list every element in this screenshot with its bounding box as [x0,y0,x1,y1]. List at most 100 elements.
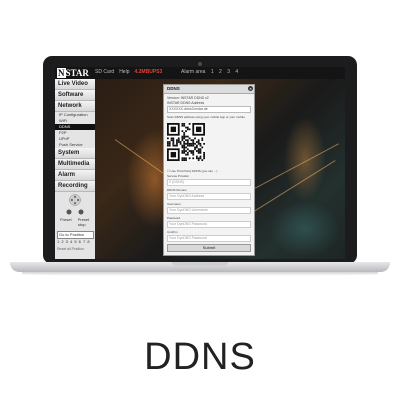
ptz-direction-pad[interactable] [67,193,83,207]
qr-module [181,135,184,138]
qr-module [203,142,205,145]
qr-module [192,144,195,147]
qr-module [183,124,186,127]
qr-module [199,157,202,160]
qr-module [181,159,184,161]
qr-module [185,130,187,133]
reset-all-positions[interactable]: Reset all Position [57,247,93,251]
preset-label-left[interactable]: Preset [60,217,72,222]
qr-module [170,151,177,158]
goto-position-select[interactable]: Go to Position [57,231,94,239]
qr-module [181,124,184,127]
sidebar-item-software[interactable]: Software [55,90,95,101]
alarm-area-2[interactable]: 2 [219,69,222,75]
qr-module [183,142,186,145]
qr-module [195,146,198,149]
qr-module [197,150,200,152]
sidebar-item-multimedia[interactable]: Multimedia [55,159,95,170]
qr-module [203,157,205,160]
username-field[interactable]: Your DynDNS Username [167,207,251,214]
qr-module [195,141,198,143]
close-icon[interactable]: × [248,86,253,91]
ddns-address-field[interactable]: XXXXXX.ddns3.instar.de [167,106,251,113]
qr-module [185,150,187,152]
qr-module [186,151,189,154]
qr-module [183,151,186,154]
service-provider-select[interactable]: 3 (DDNS) [167,179,251,186]
qr-module [194,142,196,145]
qr-module [192,151,195,154]
qr-module [186,135,189,138]
dialog-title: DDNS [167,86,180,91]
qr-module [192,141,195,143]
qr-module [197,159,200,161]
alarm-area-4[interactable]: 4 [235,69,238,75]
top-bar: NSTAR SD Card Help 4.2MBUPS3 Alarm area 1 … [55,67,345,79]
qr-module [183,133,186,136]
ddns-domain-field[interactable]: Your DynDNS Address [167,193,251,200]
qr-module [195,144,198,147]
qr-module [172,141,175,143]
qr-module [181,144,184,147]
qr-module [186,128,189,131]
alarm-area-1[interactable]: 1 [211,69,214,75]
nav-sd-card[interactable]: SD Card [95,69,114,75]
qr-module [183,148,186,151]
qr-module [172,142,175,145]
qr-module [199,144,202,147]
alarm-area-3[interactable]: 3 [227,69,230,75]
qr-module [181,150,184,152]
qr-module [190,142,193,145]
alarm-area-label: Alarm area [181,69,206,75]
preset-sublabel-right: stop [78,222,86,227]
qr-module [183,144,186,147]
qr-module [186,148,189,151]
qr-module [199,151,202,154]
qr-module [197,141,200,143]
qr-module [188,150,191,152]
sidebar-item-system[interactable]: System [55,148,95,159]
qr-module [194,137,196,140]
qr-module [186,144,189,147]
qr-module [195,157,198,160]
preset-numbers[interactable]: 1 2 3 4 5 6 7 8 [57,239,93,244]
qr-module [176,144,178,147]
qr-module [203,155,205,158]
qr-caption: Scan DDNS address using your mobile App … [167,115,245,119]
qr-module [181,123,184,125]
qr-module [185,142,187,145]
qr-module [179,142,182,145]
qr-module [185,135,187,138]
qr-module [192,142,195,145]
qr-module [176,142,178,145]
qr-module [192,153,195,156]
qr-module [167,141,169,143]
qr-module [183,132,186,134]
page-caption: DDNS [144,336,256,378]
submit-button[interactable]: Submit [167,244,251,252]
qr-module [197,151,200,154]
alarm-area: Alarm area 1 2 3 4 [181,69,242,75]
third-party-ddns-label: Use Third Party DDNS (you can ...) [170,169,218,173]
qr-module [197,148,200,151]
webcam-icon [198,62,202,66]
sidebar: Live Video Software Network IP Configura… [55,79,95,259]
sidebar-item-live-video[interactable]: Live Video [55,79,95,90]
nav-help[interactable]: Help [119,69,129,75]
confirm-password-field[interactable]: Your DynDNS Password [167,235,251,242]
qr-module [183,123,186,125]
qr-module [170,139,173,142]
qr-module [199,155,202,158]
sidebar-item-alarm[interactable]: Alarm [55,170,95,181]
instar-logo: NSTAR [57,68,89,78]
qr-module [181,130,184,133]
qr-module [185,153,187,156]
qr-module [186,139,189,142]
dialog-body: Version: INSTAR DDNS v2 INSTAR DDNS Addr… [164,94,254,254]
qr-module [167,137,169,140]
qr-module [181,151,184,154]
password-field[interactable]: Your DynDNS Password [167,221,251,228]
ddns-dialog: DDNS × Version: INSTAR DDNS v2 INSTAR DD… [163,84,255,256]
sidebar-item-network[interactable]: Network [55,101,95,112]
qr-module [177,141,180,143]
